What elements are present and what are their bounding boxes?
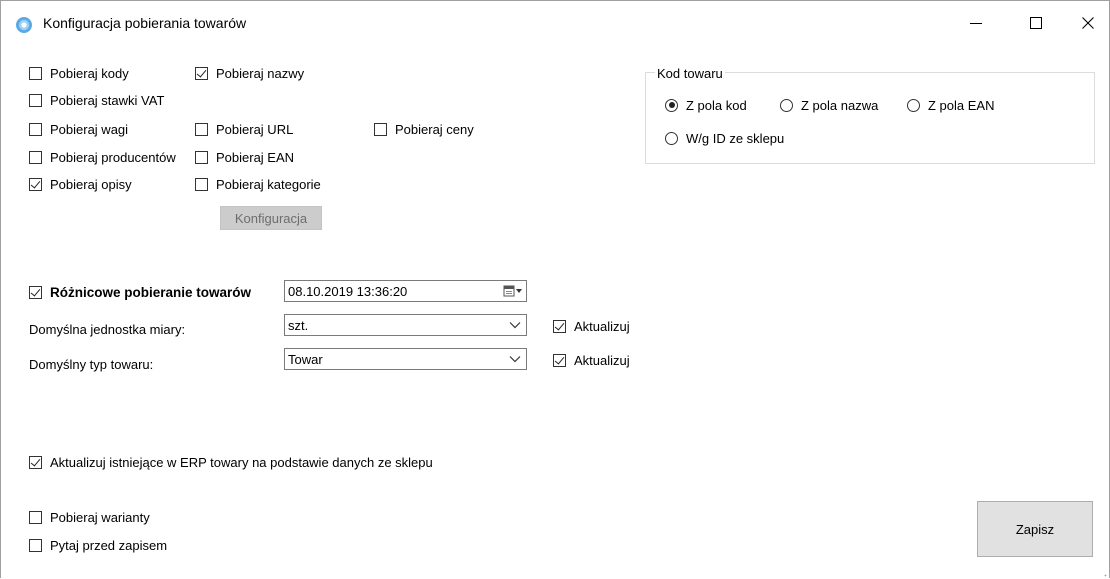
typ-towaru-select[interactable]: Towar (284, 348, 527, 370)
checkbox-pobieraj-url[interactable]: Pobieraj URL (195, 120, 293, 138)
save-button[interactable]: Zapisz (977, 501, 1093, 557)
window-title: Konfiguracja pobierania towarów (43, 15, 247, 31)
radio-circle[interactable] (665, 98, 678, 112)
radio-z-pola-kod[interactable]: Z pola kod (665, 96, 747, 114)
checkbox-box[interactable] (195, 150, 208, 164)
checkbox-box[interactable] (195, 122, 208, 136)
checkbox-label: Pobieraj URL (216, 121, 294, 137)
checkbox-label: Pytaj przed zapisem (50, 537, 168, 553)
radio-wg-id-ze-sklepu[interactable]: W/g ID ze sklepu (665, 129, 784, 147)
checkbox-label: Pobieraj kategorie (216, 176, 321, 192)
checkbox-pobieraj-kategorie[interactable]: Pobieraj kategorie (195, 175, 321, 193)
checkbox-label: Pobieraj EAN (216, 149, 295, 165)
maximize-icon (1030, 17, 1042, 29)
checkbox-label: Aktualizuj (574, 318, 630, 334)
checkbox-box[interactable] (29, 66, 42, 80)
resize-grip-icon[interactable] (1099, 569, 1107, 577)
date-value: 08.10.2019 13:36:20 (288, 283, 408, 299)
checkbox-box[interactable] (29, 177, 42, 191)
checkbox-pobieraj-ceny[interactable]: Pobieraj ceny (374, 120, 474, 138)
checkbox-pobieraj-kody[interactable]: Pobieraj kody (29, 64, 129, 82)
chevron-down-icon (504, 315, 526, 335)
checkbox-pytaj-przed-zapisem[interactable]: Pytaj przed zapisem (29, 536, 167, 554)
radio-z-pola-ean[interactable]: Z pola EAN (907, 96, 994, 114)
checkbox-label: Pobieraj wagi (50, 121, 129, 137)
checkbox-box[interactable] (29, 150, 42, 164)
radio-circle[interactable] (907, 98, 920, 112)
checkbox-pobieraj-warianty[interactable]: Pobieraj warianty (29, 508, 150, 526)
maximize-button[interactable] (1013, 1, 1059, 45)
close-button[interactable] (1065, 1, 1110, 45)
checkbox-label: Różnicowe pobieranie towarów (50, 284, 252, 300)
checkbox-aktualizuj-typ[interactable]: Aktualizuj (553, 351, 630, 369)
title-bar: Konfiguracja pobierania towarów (1, 1, 1109, 45)
checkbox-box[interactable] (29, 538, 42, 552)
checkbox-pobieraj-stawki-vat[interactable]: Pobieraj stawki VAT (29, 91, 164, 109)
checkbox-pobieraj-producentow[interactable]: Pobieraj producentów (29, 148, 176, 166)
checkbox-box[interactable] (29, 122, 42, 136)
konfiguracja-button[interactable]: Konfiguracja (220, 206, 322, 230)
minimize-button[interactable] (953, 1, 999, 45)
checkbox-label: Pobieraj warianty (50, 509, 150, 525)
checkbox-roznicowe-pobieranie[interactable]: Różnicowe pobieranie towarów (29, 283, 251, 301)
checkbox-box[interactable] (29, 93, 42, 107)
checkbox-aktualizuj-erp[interactable]: Aktualizuj istniejące w ERP towary na po… (29, 453, 433, 471)
close-icon (1082, 17, 1094, 29)
chevron-down-icon (504, 349, 526, 369)
checkbox-label: Pobieraj opisy (50, 176, 132, 192)
checkbox-box[interactable] (553, 353, 566, 367)
kod-towaru-legend: Kod towaru (655, 66, 725, 81)
typ-towaru-label: Domyślny typ towaru: (29, 357, 154, 372)
jednostka-label: Domyślna jednostka miary: (29, 322, 186, 337)
checkbox-label: Aktualizuj istniejące w ERP towary na po… (50, 454, 433, 470)
radio-circle[interactable] (780, 98, 793, 112)
checkbox-label: Pobieraj nazwy (216, 65, 305, 81)
checkbox-pobieraj-ean[interactable]: Pobieraj EAN (195, 148, 294, 166)
checkbox-box[interactable] (195, 66, 208, 80)
dialog-content: Pobieraj kody Pobieraj stawki VAT Pobier… (1, 45, 1109, 579)
checkbox-box[interactable] (374, 122, 387, 136)
checkbox-label: Pobieraj producentów (50, 149, 176, 165)
checkbox-pobieraj-wagi[interactable]: Pobieraj wagi (29, 120, 128, 138)
checkbox-box[interactable] (29, 510, 42, 524)
config-window: Konfiguracja pobierania towarów Pobieraj… (0, 0, 1110, 579)
calendar-dropdown-icon[interactable] (500, 281, 526, 301)
checkbox-label: Pobieraj ceny (395, 121, 474, 137)
radio-z-pola-nazwa[interactable]: Z pola nazwa (780, 96, 878, 114)
checkbox-pobieraj-nazwy[interactable]: Pobieraj nazwy (195, 64, 304, 82)
date-picker[interactable]: 08.10.2019 13:36:20 (284, 280, 527, 302)
checkbox-aktualizuj-jednostka[interactable]: Aktualizuj (553, 317, 630, 335)
checkbox-box[interactable] (29, 285, 42, 299)
kod-towaru-group (645, 72, 1095, 164)
radio-label: W/g ID ze sklepu (686, 130, 785, 146)
checkbox-box[interactable] (553, 319, 566, 333)
jednostka-select[interactable]: szt. (284, 314, 527, 336)
radio-label: Z pola nazwa (801, 97, 879, 113)
checkbox-box[interactable] (29, 455, 42, 469)
radio-circle[interactable] (665, 131, 678, 145)
app-gear-icon (16, 17, 32, 33)
checkbox-pobieraj-opisy[interactable]: Pobieraj opisy (29, 175, 132, 193)
checkbox-label: Aktualizuj (574, 352, 630, 368)
checkbox-label: Pobieraj stawki VAT (50, 92, 165, 108)
jednostka-value: szt. (288, 317, 309, 333)
checkbox-box[interactable] (195, 177, 208, 191)
radio-label: Z pola kod (686, 97, 747, 113)
radio-label: Z pola EAN (928, 97, 995, 113)
checkbox-label: Pobieraj kody (50, 65, 129, 81)
typ-towaru-value: Towar (288, 351, 323, 367)
minimize-icon (970, 23, 982, 24)
